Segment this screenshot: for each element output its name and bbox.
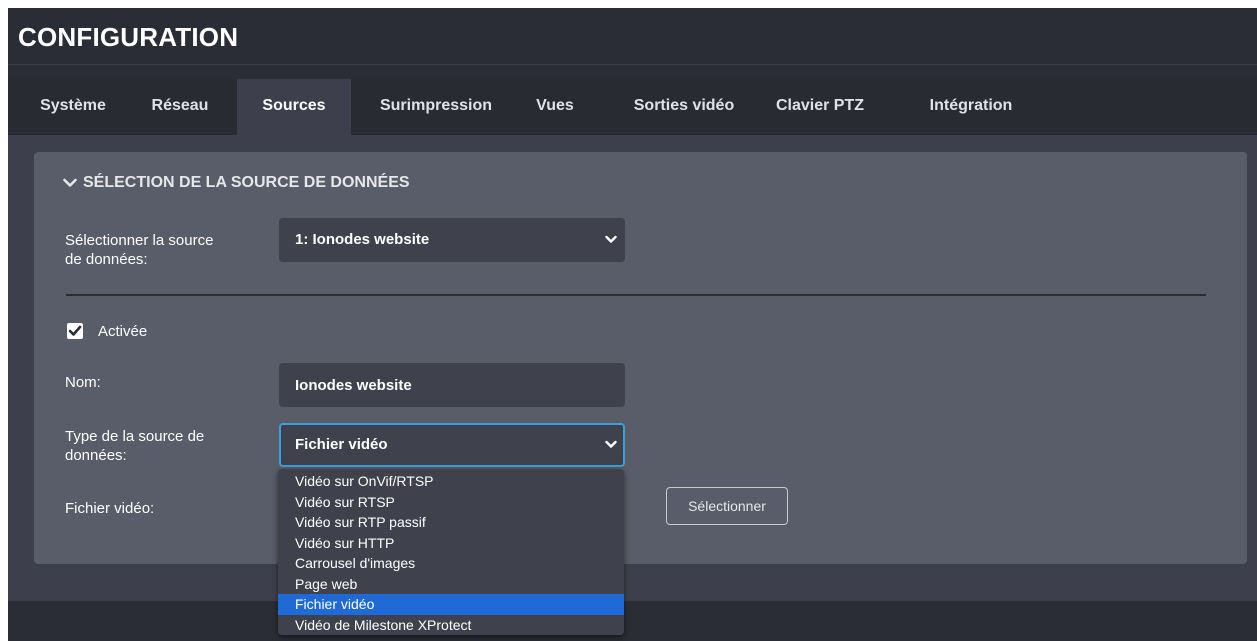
source-select-value: 1: Ionodes website: [295, 231, 430, 248]
section-title: SÉLECTION DE LA SOURCE DE DONNÉES: [83, 174, 410, 191]
tab-systeme[interactable]: Système: [23, 79, 123, 135]
title-divider: [8, 64, 1257, 65]
type-label-line2: données:: [65, 447, 127, 464]
source-select-label-line1: Sélectionner la source: [65, 232, 214, 249]
video-file-label: Fichier vidéo:: [65, 500, 155, 517]
type-label: Type de la source de données:: [65, 427, 204, 465]
section-divider: [66, 294, 1206, 296]
tab-vues[interactable]: Vues: [523, 79, 587, 135]
enabled-label: Activée: [98, 323, 148, 340]
tab-sources[interactable]: Sources: [237, 79, 351, 135]
source-selection-panel: SÉLECTION DE LA SOURCE DE DONNÉES Sélect…: [34, 152, 1247, 564]
checkmark-icon: [68, 325, 82, 336]
tab-clavier-ptz[interactable]: Clavier PTZ: [768, 79, 872, 135]
source-select-label-line2: de données:: [65, 251, 148, 268]
source-type-select[interactable]: Fichier vidéo: [279, 423, 625, 467]
chevron-down-icon: [605, 235, 617, 243]
chevron-down-icon: [605, 440, 617, 448]
option-rtsp[interactable]: Vidéo sur RTSP: [278, 492, 624, 513]
tab-surimpression[interactable]: Surimpression: [366, 79, 506, 135]
type-label-line1: Type de la source de: [65, 428, 205, 445]
chevron-down-icon: [63, 178, 77, 187]
page-title: CONFIGURATION: [18, 22, 239, 52]
tab-sorties-video[interactable]: Sorties vidéo: [616, 79, 752, 135]
option-onvif-rtsp[interactable]: Vidéo sur OnVif/RTSP: [278, 471, 624, 492]
option-http[interactable]: Vidéo sur HTTP: [278, 533, 624, 554]
name-input[interactable]: Ionodes website: [279, 363, 625, 407]
select-file-button[interactable]: Sélectionner: [666, 487, 788, 525]
configuration-app: CONFIGURATION Système Réseau Sources Sur…: [8, 8, 1257, 641]
option-fichier-video[interactable]: Fichier vidéo: [278, 594, 624, 615]
name-label: Nom:: [65, 374, 101, 391]
content-area: SÉLECTION DE LA SOURCE DE DONNÉES Sélect…: [8, 135, 1257, 601]
enabled-checkbox[interactable]: [67, 323, 83, 339]
option-carrousel-images[interactable]: Carrousel d'images: [278, 553, 624, 574]
name-value: Ionodes website: [295, 377, 412, 394]
tab-reseau[interactable]: Réseau: [140, 79, 220, 135]
source-type-value: Fichier vidéo: [295, 436, 388, 453]
source-select-label: Sélectionner la source de données:: [65, 231, 213, 269]
section-header[interactable]: SÉLECTION DE LA SOURCE DE DONNÉES: [63, 174, 410, 192]
source-type-dropdown: Vidéo sur OnVif/RTSP Vidéo sur RTSP Vidé…: [278, 469, 624, 635]
option-milestone-xprotect[interactable]: Vidéo de Milestone XProtect: [278, 615, 624, 636]
tab-integration[interactable]: Intégration: [918, 79, 1024, 135]
option-page-web[interactable]: Page web: [278, 574, 624, 595]
tab-bar: Système Réseau Sources Surimpression Vue…: [8, 79, 1257, 135]
option-rtp-passif[interactable]: Vidéo sur RTP passif: [278, 512, 624, 533]
source-select[interactable]: 1: Ionodes website: [279, 218, 625, 262]
